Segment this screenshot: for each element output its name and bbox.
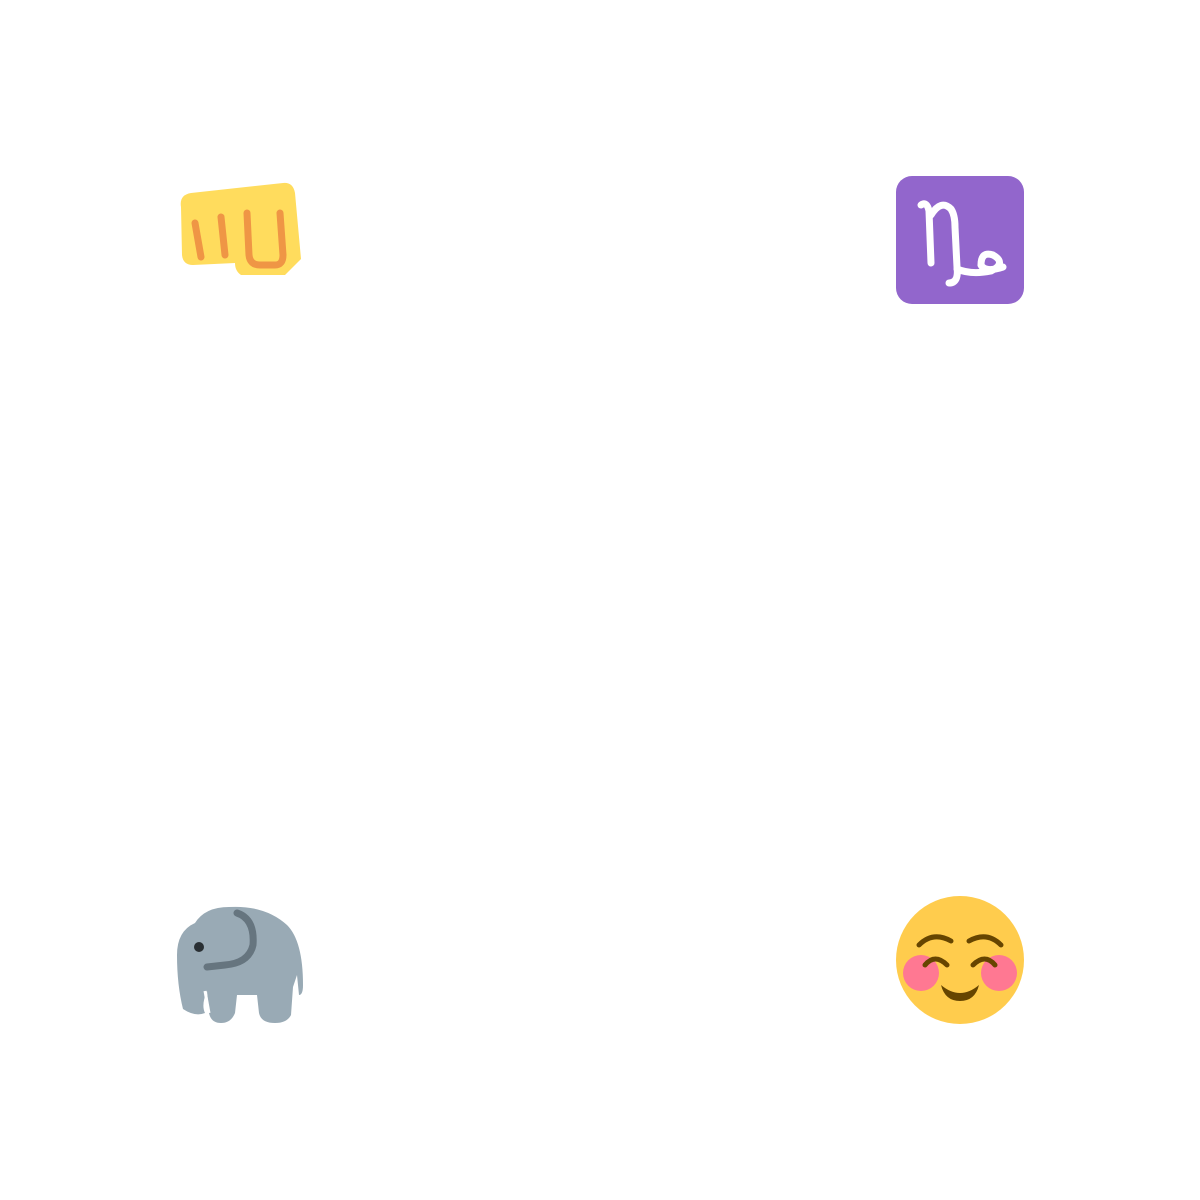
elephant-icon <box>175 895 305 1025</box>
emoji-canvas <box>0 0 1200 1200</box>
smiling-face-icon <box>895 895 1025 1025</box>
oncoming-fist-icon <box>175 175 305 305</box>
capricorn-icon <box>895 175 1025 305</box>
